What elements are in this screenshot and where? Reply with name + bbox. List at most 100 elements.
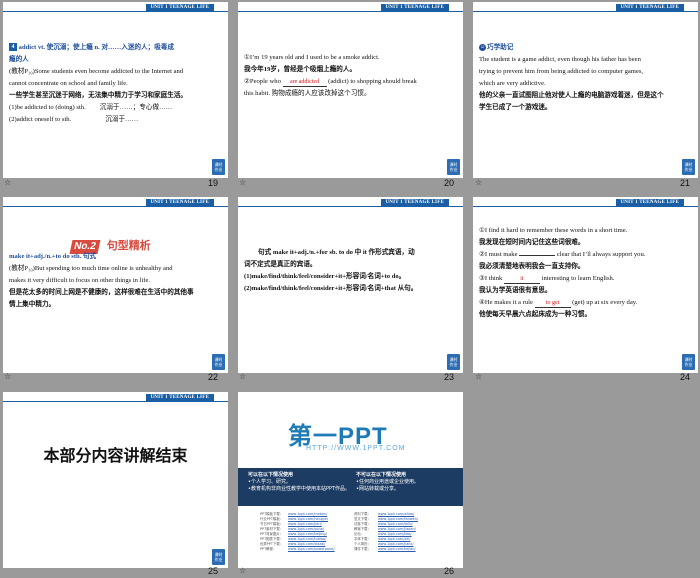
vocab-line-2: 瘾的人 [9,56,29,63]
slide-24[interactable]: UNIT 1 TEENAGE LIFE ①I find it hard to r… [473,197,698,373]
tip-label: 巧学助记 [487,44,514,51]
pattern-line: make it+adj./n.+to do sth. 句式 [9,253,97,260]
resource-link[interactable]: www.1ppt.com/tubiao/ [288,537,326,541]
translation-line-2: 学生已成了一个游戏迷。 [479,104,552,111]
resource-link[interactable]: www.1ppt.com/sucai/ [288,527,324,531]
page-number: 22 [208,372,219,382]
usage-line-1: (1)be addicted to (doing) sth. 沉溺于……；专心做…… [9,102,210,114]
page-number: 25 [208,566,219,576]
example-line: (教材P₁₀)But spending too much time online… [9,265,173,272]
homework-button[interactable]: 课时 作业 [212,354,225,370]
answer-blank: it [503,275,540,284]
slide-content: ①I find it hard to remember these words … [479,225,680,321]
slide-content: ☺ 巧学助记 The student is a game addict, even… [479,42,680,114]
exercise-text: clear that I’ll always support you. [555,251,646,258]
exercise-text: (addict) to shopping should break [326,78,417,85]
resource-link[interactable]: www.1ppt.com/ziliao/ [378,512,414,516]
slide-content: ①I’m 19 years old and I used to be a smo… [244,52,445,100]
resource-link[interactable]: www.1ppt.com/moban/ [288,512,327,516]
resource-link[interactable]: www.1ppt.com/bbs/ [378,532,412,536]
slide-23[interactable]: UNIT 1 TEENAGE LIFE 句式 make it+adj./n.+f… [238,197,463,373]
slide-header: UNIT 1 TEENAGE LIFE [473,2,698,12]
resource-link[interactable]: www.1ppt.com/jiaoan/ [378,527,416,531]
resource-link[interactable]: www.1ppt.com/kejian/ [378,547,416,551]
favorite-star-icon[interactable]: ☆ [475,178,482,187]
slide-20[interactable]: UNIT 1 TEENAGE LIFE ①I’m 19 years old an… [238,2,463,178]
slide-26[interactable]: 第一PPT HTTP://WWW.1PPT.COM 可以在以下情况使用 •个人学… [238,392,463,568]
example-line-3: which are very addictive. [479,80,546,87]
slide-header: UNIT 1 TEENAGE LIFE [3,2,228,12]
section-number-badge: 4 [9,43,17,52]
page-number: 23 [444,372,455,382]
tip-icon: ☺ [479,43,486,51]
page-number: 21 [680,178,691,188]
slide-header: UNIT 1 TEENAGE LIFE [473,197,698,207]
favorite-star-icon[interactable]: ☆ [4,372,11,381]
resource-link[interactable]: www.1ppt.com/beijing/ [288,532,327,536]
homework-button[interactable]: 课时 作业 [682,159,695,175]
resource-link[interactable]: www.1ppt.com/powerpoint/ [288,547,335,551]
favorite-star-icon[interactable]: ☆ [239,566,246,575]
allowed-title: 可以在以下情况使用 [248,472,294,478]
favorite-star-icon[interactable]: ☆ [4,178,11,187]
slide-22[interactable]: UNIT 1 TEENAGE LIFE No.2 句型精析 make it+ad… [3,197,228,373]
ppt-url[interactable]: HTTP://WWW.1PPT.COM [306,445,406,452]
resource-link[interactable]: www.1ppt.com/xiazai/ [288,542,325,546]
header-rule [3,206,228,207]
resource-link[interactable]: www.1ppt.com/hangye/ [288,517,328,521]
usage-phrase: (1)be addicted to (doing) sth. [9,104,86,111]
exercise-text: (get) up at six every day. [570,299,638,306]
header-rule [238,206,463,207]
slide-header: UNIT 1 TEENAGE LIFE [238,2,463,12]
favorite-star-icon[interactable]: ☆ [239,372,246,381]
header-rule [3,401,228,402]
slide-header: UNIT 1 TEENAGE LIFE [3,392,228,402]
resource-link[interactable]: www.1ppt.com/fanwen/ [378,517,418,521]
favorite-star-icon[interactable]: ☆ [239,178,246,187]
resource-link[interactable]: www.1ppt.com/shiti/ [378,522,413,526]
translation-line: this habit. 购物成瘾的人应该改掉这个习惯。 [244,90,371,97]
resource-link[interactable]: www.1ppt.com/ziti/ [378,537,410,541]
homework-button[interactable]: 课时 作业 [447,354,460,370]
page-number: 26 [444,566,455,576]
example-line-2: makes it very difficult to focus on othe… [9,277,151,284]
slide-content: make it+adj./n.+to do sth. 句式 (教材P₁₀)But… [9,251,210,311]
example-line: ①I find it hard to remember these words … [479,227,628,234]
homework-button[interactable]: 课时 作业 [447,159,460,175]
answer-blank [519,255,556,256]
exercise-text: ②People who [244,78,283,85]
exercise-line: ④He makes it a rule to get (get) up at s… [479,297,680,309]
header-rule [473,206,698,207]
resource-link[interactable]: www.1ppt.com/jianli/ [378,542,413,546]
example-line: ①I’m 19 years old and I used to be a smo… [244,54,380,61]
allowed-usage: 可以在以下情况使用 •个人学习、研究。 •教育机构非商业性教学中使用本站PPT作… [248,472,350,493]
usage-meaning: 沉溺于…… [105,116,139,123]
usage-phrase: (2)addict oneself to sth. [9,116,72,123]
example-line-2: cannot concentrate on school and family … [9,80,128,87]
homework-button[interactable]: 课时 作业 [212,159,225,175]
slide-content: 4 addict vt. 使沉溺；使上瘾 n. 对……入迷的人；吸毒成 瘾的人 … [9,42,210,126]
exercise-text: ④He makes it a rule [479,299,535,306]
exercise-line: ②People who are addicted (addict) to sho… [244,76,445,88]
exercise-text: ②I must make [479,251,520,258]
slide-25[interactable]: UNIT 1 TEENAGE LIFE 本部分内容讲解结束 课时 作业 [3,392,228,568]
slide-21[interactable]: UNIT 1 TEENAGE LIFE ☺ 巧学助记 The student is… [473,2,698,178]
grammar-line: 句式 make it+adj./n.+for sb. to do 中 it 作形… [258,249,415,256]
homework-button[interactable]: 课时 作业 [212,549,225,565]
allowed-item: •教育机构非商业性教学中使用本站PPT作品。 [248,486,351,492]
page-number: 19 [208,178,219,188]
translation-line: 他的父亲一直试图阻止他对使人上瘾的电脑游戏着迷，但是这个 [479,92,664,99]
forbidden-item: •任何商业用途或企业使用。 [356,479,419,485]
ppt-header: 第一PPT HTTP://WWW.1PPT.COM [238,392,463,462]
example-line-2: trying to prevent him from being addicte… [479,68,644,75]
rule-line-2: (2)make/find/think/feel/consider+it+形容词/… [244,285,418,292]
translation-line: 一些学生甚至沉迷于网络，无法集中精力于学习和家庭生活。 [9,92,188,99]
translation-line: 但是花太多的时间上网是不健康的，这样很难在生活中的其他事 [9,289,194,296]
forbidden-title: 不可以在以下情况使用 [356,472,407,478]
slide-19[interactable]: UNIT 1 TEENAGE LIFE 4 addict vt. 使沉溺；使上瘾… [3,2,228,178]
exercise-line: ③I think it interesting to learn English… [479,273,680,285]
homework-button[interactable]: 课时 作业 [682,354,695,370]
favorite-star-icon[interactable]: ☆ [475,372,482,381]
resource-link[interactable]: www.1ppt.com/jieri/ [288,522,322,526]
translation-line-2: 情上集中精力。 [9,301,56,308]
